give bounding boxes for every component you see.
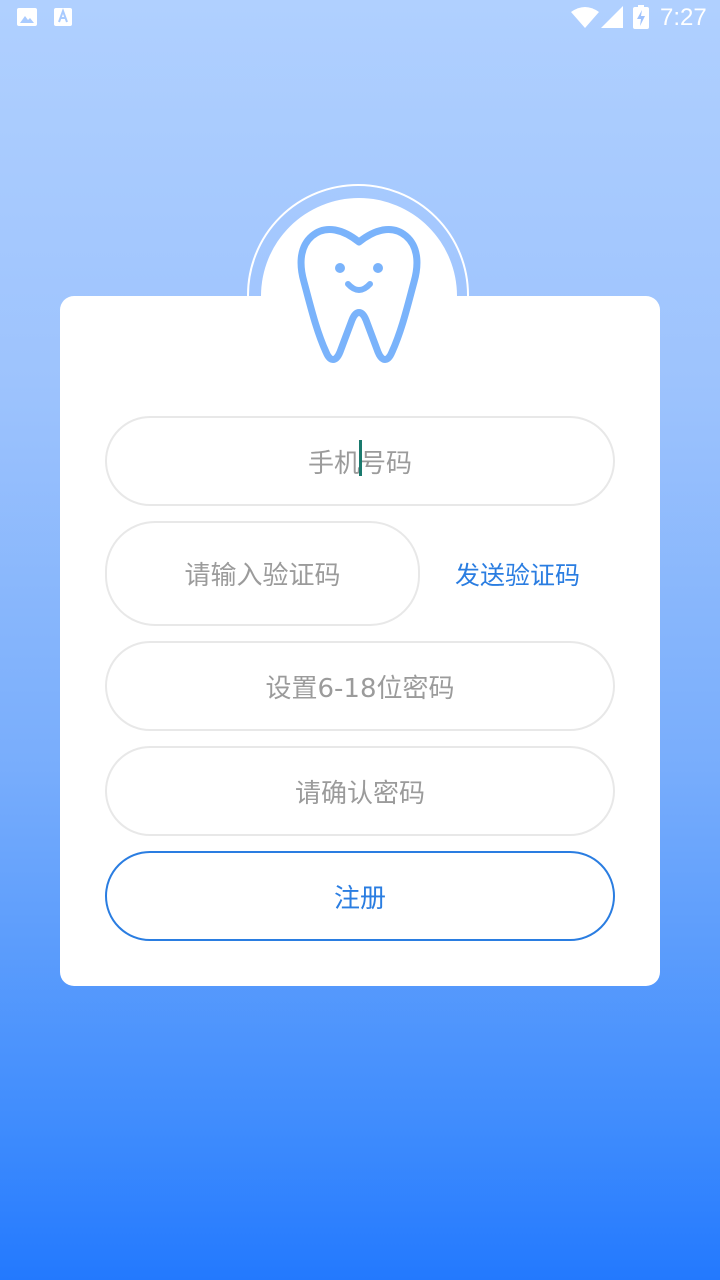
verification-code-input[interactable]: 请输入验证码: [105, 521, 420, 626]
code-placeholder: 请输入验证码: [184, 561, 341, 591]
phone-placeholder-part1: 手机: [307, 448, 360, 479]
wifi-icon: [571, 7, 599, 28]
phone-placeholder: 手机号码: [307, 439, 413, 480]
tooth-icon: [297, 225, 421, 363]
phone-placeholder-part2: 号码: [360, 448, 413, 479]
register-button[interactable]: 注册: [105, 851, 615, 941]
status-bar: 7:27: [0, 0, 720, 36]
password-placeholder: 设置6-18位密码: [265, 673, 455, 704]
text-cursor: [358, 439, 362, 476]
status-time: 7:27: [660, 4, 707, 31]
battery-charging-icon: [633, 5, 649, 29]
image-icon: [17, 8, 37, 26]
password-input[interactable]: 设置6-18位密码: [105, 641, 615, 731]
phone-input[interactable]: 手机号码: [105, 416, 615, 506]
signal-icon: [601, 6, 623, 28]
register-label: 注册: [333, 883, 386, 914]
confirm-password-placeholder: 请确认密码: [294, 778, 425, 809]
confirm-password-input[interactable]: 请确认密码: [105, 746, 615, 836]
a-text-icon: [54, 8, 72, 26]
send-code-button[interactable]: 发送验证码: [440, 553, 595, 595]
